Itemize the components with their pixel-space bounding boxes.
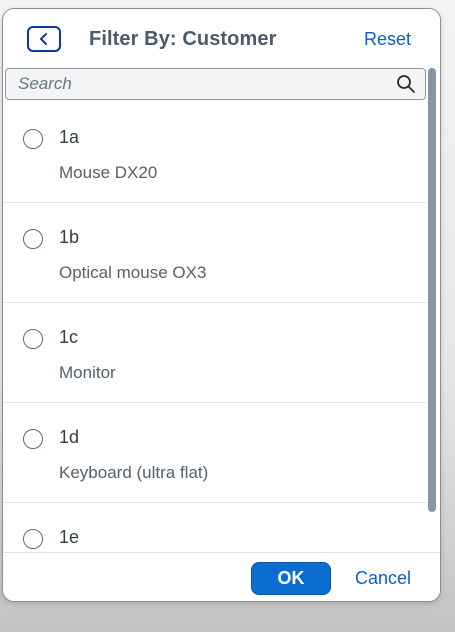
item-key: 1b — [59, 227, 80, 247]
radio-button[interactable] — [23, 429, 43, 449]
list-item[interactable]: 1c Monitor — [3, 303, 427, 403]
item-key: 1a — [59, 127, 80, 147]
radio-button[interactable] — [23, 529, 43, 549]
search-icon[interactable] — [396, 74, 416, 94]
item-key: 1d — [59, 427, 80, 447]
radio-button[interactable] — [23, 129, 43, 149]
radio-button[interactable] — [23, 229, 43, 249]
list-item[interactable]: 1a Mouse DX20 — [3, 103, 427, 203]
dialog-header: Filter By: Customer Reset — [3, 9, 440, 67]
list-item[interactable]: 1d Keyboard (ultra flat) — [3, 403, 427, 503]
item-description: Optical mouse OX3 — [59, 263, 207, 282]
back-button[interactable] — [27, 26, 61, 52]
search-bar — [5, 68, 426, 100]
search-input[interactable] — [6, 69, 386, 99]
customer-list: 1a Mouse DX20 1b Optical mouse OX3 1c Mo… — [3, 103, 427, 553]
item-description: Mouse DX20 — [59, 163, 158, 182]
item-key: 1e — [59, 527, 80, 547]
chevron-left-icon — [40, 33, 47, 45]
list-item[interactable]: 1e — [3, 503, 427, 553]
cancel-button[interactable]: Cancel — [348, 562, 418, 595]
radio-button[interactable] — [23, 329, 43, 349]
item-key: 1c — [59, 327, 79, 347]
filter-dialog: Filter By: Customer Reset 1a Mouse DX20 … — [2, 8, 441, 602]
dialog-footer: OK Cancel — [3, 552, 440, 601]
item-description: Keyboard (ultra flat) — [59, 463, 209, 482]
dialog-title: Filter By: Customer — [89, 28, 277, 50]
scrollbar-thumb[interactable] — [428, 68, 436, 512]
list-item[interactable]: 1b Optical mouse OX3 — [3, 203, 427, 303]
reset-button[interactable]: Reset — [364, 29, 411, 50]
item-description: Monitor — [59, 363, 116, 382]
ok-button[interactable]: OK — [251, 562, 331, 595]
